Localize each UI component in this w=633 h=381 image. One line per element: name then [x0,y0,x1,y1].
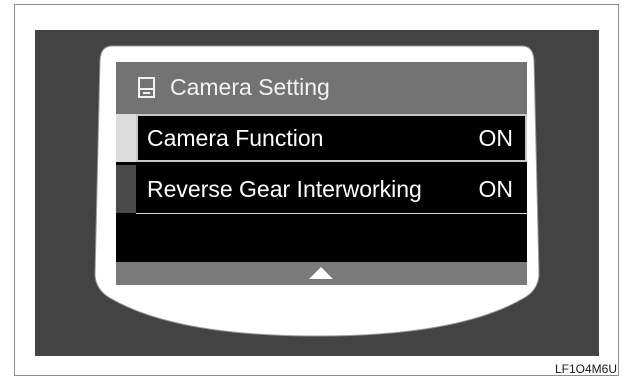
menu-item-value: ON [478,125,514,151]
up-arrow-icon[interactable] [309,267,333,279]
menu-item-camera-function[interactable]: Camera Function ON [116,114,527,162]
menu-item-body: Camera Function ON [136,114,527,162]
menu-item-value: ON [478,176,514,202]
figure-code: LF1O4M6U [554,362,617,376]
selection-marker [116,114,136,162]
display-screen: Camera Setting Camera Function ON Revers… [116,62,527,285]
menu-item-label: Camera Function [147,125,324,151]
menu-item-body: Reverse Gear Interworking ON [136,165,527,213]
divider [136,213,527,214]
scroll-bar[interactable] [116,262,527,285]
menu-item-reverse-gear-interworking[interactable]: Reverse Gear Interworking ON [116,165,527,213]
menu-item-label: Reverse Gear Interworking [147,176,422,202]
phone-icon [138,77,155,98]
menu-header: Camera Setting [116,62,527,114]
menu-title: Camera Setting [170,74,330,100]
item-marker [116,165,136,213]
